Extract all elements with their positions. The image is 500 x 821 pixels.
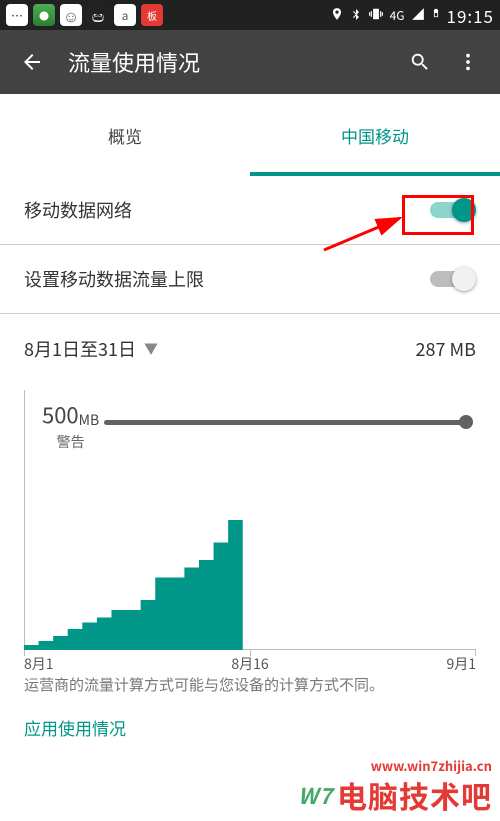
app-notif-icon: ⋯	[6, 4, 28, 26]
annotation-box	[402, 195, 474, 235]
status-left: ⋯ ● ☺ ඏ a 板	[6, 4, 163, 26]
tab-overview[interactable]: 概览	[0, 94, 250, 176]
app-notif-icon: ☺	[60, 4, 82, 26]
back-button[interactable]	[8, 50, 56, 74]
data-limit-switch[interactable]	[428, 265, 476, 293]
overflow-menu-button[interactable]	[444, 51, 492, 73]
app-notif-icon: a	[114, 4, 136, 26]
app-usage-link[interactable]: 应用使用情况	[0, 697, 500, 758]
search-button[interactable]	[396, 51, 444, 73]
usage-value: 287 MB	[416, 336, 476, 362]
vibrate-icon	[368, 6, 384, 25]
app-notif-icon: ඏ	[87, 4, 109, 26]
data-limit-row[interactable]: 设置移动数据流量上限	[0, 245, 500, 313]
battery-icon	[431, 5, 441, 25]
chart-area	[24, 390, 476, 650]
annotation-arrow-icon	[320, 210, 410, 260]
date-range-row[interactable]: 8月1日至31日 ▼ 287 MB	[0, 314, 500, 384]
x-tick: 8月1	[24, 654, 54, 674]
bluetooth-icon	[350, 6, 362, 25]
row-label: 设置移动数据流量上限	[24, 266, 204, 292]
chevron-down-icon: ▼	[144, 339, 158, 359]
x-tick: 9月1	[446, 654, 476, 674]
x-ticks: 8月1 8月16 9月1	[24, 654, 476, 674]
x-tick: 8月16	[231, 654, 268, 674]
signal-icon	[411, 6, 425, 25]
date-range-label: 8月1日至31日	[24, 336, 136, 362]
status-bar: ⋯ ● ☺ ඏ a 板 4G 19:15	[0, 0, 500, 30]
tab-carrier[interactable]: 中国移动	[250, 94, 500, 176]
watermark-text: W7 电脑技术吧	[298, 773, 492, 817]
tabs: 概览 中国移动	[0, 94, 500, 176]
usage-chart: 500MB 警告 8月1 8月16 9月1	[0, 384, 500, 650]
tab-label: 概览	[108, 123, 142, 148]
toolbar: 流量使用情况	[0, 30, 500, 94]
status-right: 4G 19:15	[330, 3, 494, 28]
network-label: 4G	[390, 7, 405, 24]
location-icon	[330, 6, 344, 25]
app-notif-icon: 板	[141, 4, 163, 26]
tab-label: 中国移动	[341, 123, 409, 148]
app-notif-icon: ●	[33, 4, 55, 26]
page-title: 流量使用情况	[56, 46, 396, 78]
row-label: 移动数据网络	[24, 197, 132, 223]
watermark-logo-icon: W7	[298, 779, 333, 811]
clock-text: 19:15	[447, 3, 494, 28]
